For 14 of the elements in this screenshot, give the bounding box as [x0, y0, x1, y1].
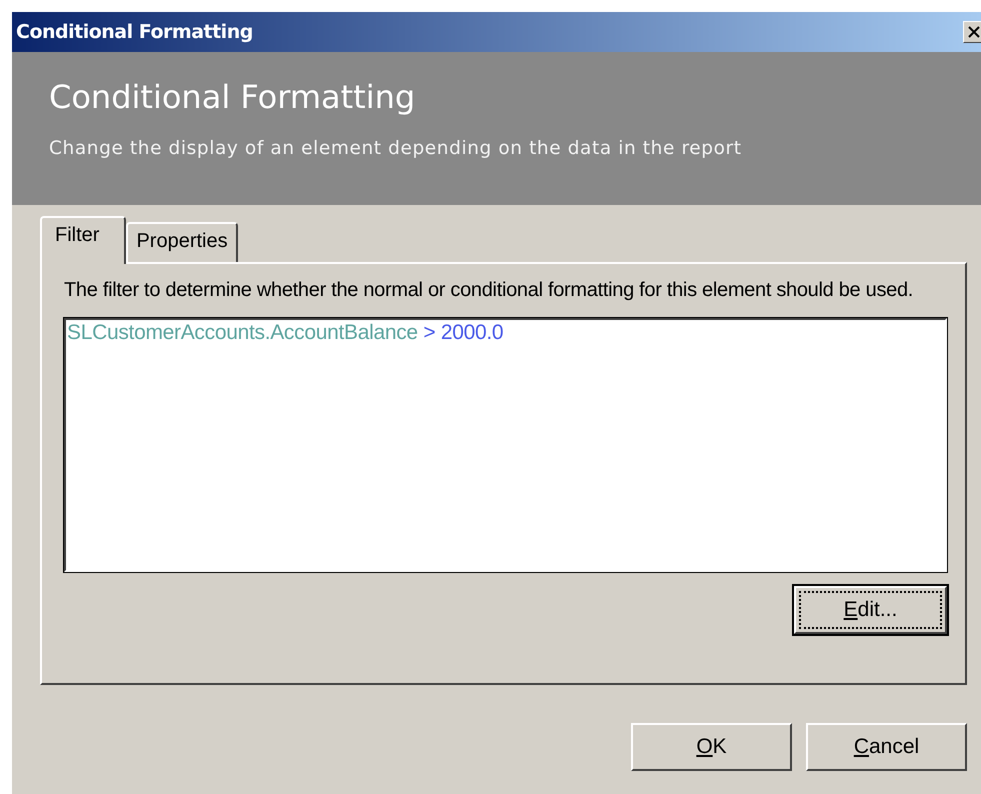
close-icon — [967, 26, 981, 38]
window-title: Conditional Formatting — [15, 21, 253, 43]
cancel-button[interactable]: Cancel — [806, 723, 967, 771]
edit-button[interactable]: Edit... — [794, 586, 947, 634]
close-button[interactable] — [963, 21, 981, 43]
header-title: Conditional Formatting — [49, 78, 416, 116]
filter-description: The filter to determine whether the normal or conditional formatting for this element should be used. — [64, 278, 914, 302]
expression-token: > 2000.0 — [423, 321, 504, 344]
ok-button[interactable]: OK — [631, 723, 792, 771]
filter-expression-box[interactable]: SLCustomerAccounts.AccountBalance > 2000.0 — [64, 318, 947, 572]
tab[interactable]: Properties — [126, 222, 238, 262]
tab[interactable]: Filter — [40, 216, 126, 264]
expression-token: SLCustomerAccounts.AccountBalance — [67, 321, 418, 344]
header-subtitle: Change the display of an element depending on the data in the report — [49, 138, 743, 159]
